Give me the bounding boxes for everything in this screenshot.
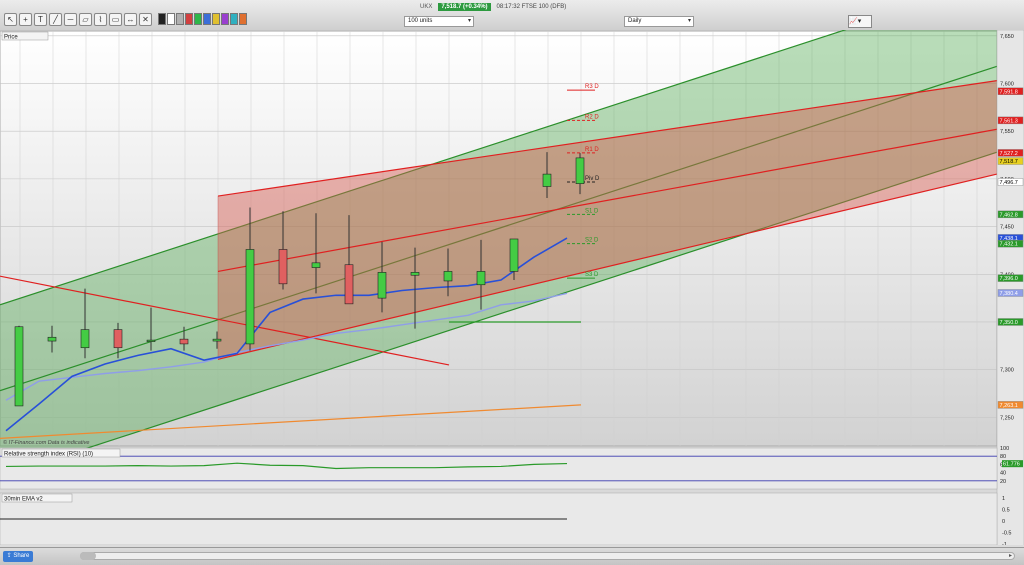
- last-price: 7,518.7 (+0.34%): [438, 2, 491, 11]
- candle: [179, 338, 189, 345]
- rsi-axis-label: 40: [1000, 471, 1006, 477]
- candle: [509, 238, 519, 272]
- instrument-name[interactable]: UKX: [420, 4, 432, 10]
- price-tag-label: 7,432.1: [1000, 242, 1018, 248]
- share-icon: ⇪: [6, 553, 12, 559]
- price-tag-label: 7,518.7: [1000, 159, 1018, 165]
- rsi-pane: [0, 447, 998, 490]
- price-pane-label: Price: [4, 35, 18, 41]
- color-swatches: [158, 13, 247, 27]
- price-tag-label: 7,396.0: [1000, 276, 1018, 282]
- color-swatch[interactable]: [239, 13, 247, 25]
- price-tag-label: 7,591.8: [1000, 89, 1018, 95]
- price-tag-label: 7,561.3: [1000, 118, 1018, 124]
- color-swatch[interactable]: [230, 13, 238, 25]
- pivot-label: R3 D: [585, 84, 599, 90]
- rsi-axis-label: 20: [1000, 479, 1006, 485]
- pivot-label: S3 D: [585, 272, 599, 278]
- color-swatch[interactable]: [194, 13, 202, 25]
- color-swatch[interactable]: [185, 13, 193, 25]
- trend-icon[interactable]: ╱: [49, 13, 62, 26]
- candle: [476, 271, 486, 286]
- text-icon[interactable]: T: [34, 13, 47, 26]
- y-tick-label: 7,550: [1000, 129, 1014, 135]
- measure-icon[interactable]: ↔: [124, 13, 137, 26]
- price-tag-label: 7,462.8: [1000, 212, 1018, 218]
- y-tick-label: 7,300: [1000, 368, 1014, 374]
- y-tick-label: 7,650: [1000, 34, 1014, 40]
- candle: [344, 264, 354, 305]
- price-tag-label: 7,380.4: [1000, 291, 1018, 297]
- candle: [575, 157, 585, 184]
- candle: [80, 329, 90, 349]
- chevron-down-icon: ▾: [467, 18, 471, 24]
- color-swatch[interactable]: [212, 13, 220, 25]
- pivot-label: S1 D: [585, 208, 599, 214]
- status-bar: ⇪ Share ▸: [0, 547, 1024, 565]
- chart-icon: 📈: [849, 18, 858, 25]
- ema-label: 30min EMA v2: [4, 497, 43, 503]
- scroll-thumb[interactable]: [80, 552, 96, 560]
- ema-axis-label: 0.5: [1002, 508, 1010, 514]
- candle: [14, 326, 24, 407]
- share-button[interactable]: ⇪ Share: [3, 551, 33, 562]
- fibonacci-icon[interactable]: ⌇: [94, 13, 107, 26]
- drawing-tools: ↖ + T ╱ ─ ▱ ⌇ ▭ ↔ ✕: [4, 13, 247, 27]
- candle: [278, 249, 288, 285]
- y-tick-label: 7,250: [1000, 415, 1014, 421]
- candle: [542, 173, 552, 187]
- cursor-icon[interactable]: ↖: [4, 13, 17, 26]
- ema-axis-label: 1: [1002, 496, 1005, 502]
- y-tick-label: 7,600: [1000, 81, 1014, 87]
- rectangle-icon[interactable]: ▭: [109, 13, 122, 26]
- chart-area[interactable]: R3 D R2 D R1 D Piv D S1 D S2 D S3 D Price © IT-F…: [0, 30, 1024, 547]
- pivot-label: R2 D: [585, 114, 599, 120]
- units-select[interactable]: 100 units ▾: [404, 16, 474, 27]
- candle: [113, 329, 123, 349]
- candle: [146, 339, 156, 342]
- instrument-info: 08:17:32 FTSE 100 (DFB): [496, 3, 567, 10]
- color-swatch[interactable]: [176, 13, 184, 25]
- chevron-down-icon: ▾: [687, 18, 691, 24]
- color-swatch[interactable]: [221, 13, 229, 25]
- ema-axis-label: 0: [1002, 519, 1005, 525]
- color-swatch[interactable]: [158, 13, 166, 25]
- pivot-label: Piv D: [585, 176, 600, 182]
- candle: [410, 272, 420, 276]
- rsi-label: Relative strength index (RSI) (10): [4, 452, 93, 458]
- price-tag-label: 7,263.1: [1000, 403, 1018, 409]
- pivot-label: R1 D: [585, 147, 599, 153]
- price-tag-label: 7,496.7: [1000, 180, 1018, 186]
- price-tag-label: 7,350.0: [1000, 320, 1018, 326]
- candle: [212, 338, 222, 342]
- pivot-label: S2 D: [585, 238, 599, 244]
- scroll-right-icon[interactable]: ▸: [1009, 552, 1012, 559]
- ema-axis-label: -0.5: [1002, 531, 1011, 537]
- channel-icon[interactable]: ▱: [79, 13, 92, 26]
- candle: [311, 262, 321, 268]
- instrument-bar: UKX 7,518.7 (+0.34%) 08:17:32 FTSE 100 (…: [420, 2, 566, 11]
- y-tick-label: 7,450: [1000, 225, 1014, 231]
- toolbar: ↖ + T ╱ ─ ▱ ⌇ ▭ ↔ ✕ UKX 7,518.7 (+0.34%) 08:17:32…: [0, 0, 1024, 31]
- color-swatch[interactable]: [203, 13, 211, 25]
- chart-type-button[interactable]: 📈▾: [848, 15, 872, 28]
- period-select[interactable]: Daily ▾: [624, 16, 694, 27]
- rsi-axis-label: 80: [1000, 454, 1006, 460]
- delete-icon[interactable]: ✕: [139, 13, 152, 26]
- candle: [443, 271, 453, 282]
- rsi-axis-label: 100: [1000, 446, 1009, 452]
- horizontal-line-icon[interactable]: ─: [64, 13, 77, 26]
- time-scrollbar[interactable]: ▸: [80, 552, 1015, 560]
- price-axis: [996, 30, 1024, 547]
- price-tag-label: 7,527.2: [1000, 151, 1018, 157]
- color-swatch[interactable]: [167, 13, 175, 25]
- rsi-value-label: 61.776: [1003, 462, 1020, 468]
- candle: [245, 249, 255, 345]
- crosshair-icon[interactable]: +: [19, 13, 32, 26]
- candle: [47, 336, 57, 342]
- candle: [377, 272, 387, 299]
- watermark: © IT-Finance.com Data is indicative: [3, 439, 89, 446]
